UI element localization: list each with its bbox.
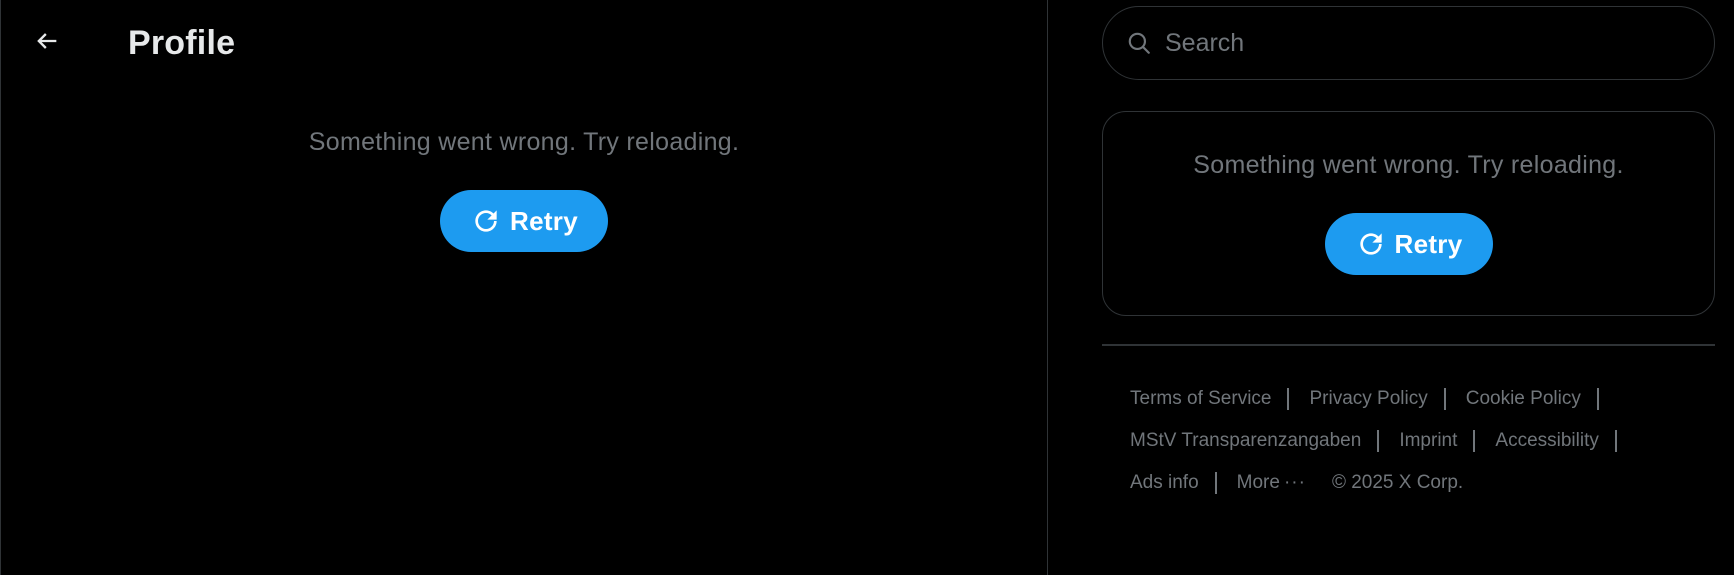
footer-separator [1614, 430, 1617, 452]
footer-more-label: More [1236, 472, 1280, 493]
sidebar-error-message: Something went wrong. Try reloading. [1193, 151, 1624, 179]
search-icon [1125, 29, 1153, 57]
sidebar-retry-button[interactable]: Retry [1324, 213, 1493, 275]
footer-more-button[interactable]: More ··· [1237, 472, 1306, 494]
footer: Terms of Service Privacy Policy Cookie P… [1130, 378, 1710, 504]
sidebar-card: Something went wrong. Try reloading. Ret… [1102, 111, 1715, 316]
page-title: Profile [128, 24, 236, 62]
more-dots-icon: ··· [1283, 472, 1306, 493]
footer-separator [1377, 430, 1380, 452]
sidebar-error-block: Something went wrong. Try reloading. Ret… [1103, 150, 1714, 275]
footer-separator [1596, 388, 1599, 410]
main-column: Profile Something went wrong. Try reload… [0, 0, 1048, 575]
main-error-block: Something went wrong. Try reloading. Ret… [1, 127, 1047, 252]
refresh-icon [470, 205, 502, 237]
footer-divider [1102, 344, 1715, 346]
footer-row: Ads info More ··· © 2025 X Corp. [1130, 462, 1710, 504]
arrow-left-icon [33, 27, 61, 60]
retry-label: Retry [510, 205, 578, 236]
footer-separator [1473, 430, 1476, 452]
retry-button[interactable]: Retry [440, 190, 608, 252]
footer-separator [1443, 388, 1446, 410]
footer-link-ads[interactable]: Ads info [1130, 472, 1199, 494]
error-message: Something went wrong. Try reloading. [308, 128, 740, 156]
footer-link-privacy[interactable]: Privacy Policy [1309, 388, 1427, 410]
footer-link-imprint[interactable]: Imprint [1399, 430, 1457, 452]
refresh-icon [1355, 228, 1387, 260]
footer-link-mstv[interactable]: MStV Transparenzangaben [1130, 430, 1361, 452]
search-box[interactable] [1102, 6, 1715, 80]
footer-link-accessibility[interactable]: Accessibility [1495, 430, 1598, 452]
footer-row: Terms of Service Privacy Policy Cookie P… [1130, 378, 1710, 420]
footer-separator [1287, 388, 1290, 410]
app-window: Profile Something went wrong. Try reload… [0, 0, 1734, 575]
footer-separator [1214, 472, 1217, 494]
footer-link-cookie[interactable]: Cookie Policy [1466, 388, 1581, 410]
back-button[interactable] [27, 23, 67, 63]
sidebar-retry-label: Retry [1394, 228, 1463, 259]
page-header: Profile [1, 0, 1047, 86]
footer-link-terms[interactable]: Terms of Service [1130, 388, 1271, 410]
footer-row: MStV Transparenzangaben Imprint Accessib… [1130, 420, 1710, 462]
right-sidebar: Something went wrong. Try reloading. Ret… [1102, 0, 1715, 575]
copyright: © 2025 X Corp. [1331, 472, 1464, 493]
search-input[interactable] [1163, 27, 1687, 59]
